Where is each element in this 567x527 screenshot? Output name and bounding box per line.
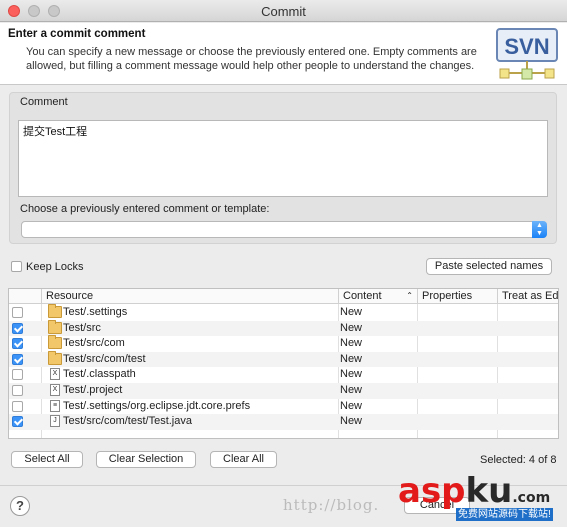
column-header-resource[interactable]: Resource <box>41 289 338 304</box>
comment-group: Comment 提交Test工程 Choose a previously ent… <box>9 92 557 244</box>
comment-label: Comment <box>20 96 68 108</box>
content-status: New <box>340 306 363 318</box>
table-row[interactable]: Test/.settings New <box>9 304 558 321</box>
clear-selection-button[interactable]: Clear Selection <box>96 451 196 468</box>
folder-icon <box>48 350 62 365</box>
select-all-button[interactable]: Select All <box>11 451 83 468</box>
column-header-treat-as-edit[interactable]: Treat as Edit <box>497 289 558 304</box>
chevron-updown-icon[interactable]: ▲ ▼ <box>532 221 547 238</box>
header-description: You can specify a new message or choose … <box>26 46 477 72</box>
clear-all-button[interactable]: Clear All <box>210 451 277 468</box>
selected-count: Selected: 4 of 8 <box>480 454 557 466</box>
column-header-content[interactable]: Content ⌃ <box>338 289 417 304</box>
row-checkbox[interactable] <box>12 307 23 318</box>
window-title: Commit <box>261 4 306 19</box>
row-checkbox[interactable] <box>12 369 23 381</box>
column-header-content-label: Content <box>343 290 382 302</box>
watermark-brand-dark: ku <box>465 471 513 511</box>
resource-path: Test/.project <box>63 384 123 396</box>
java-file-icon: J <box>50 415 60 428</box>
content-status: New <box>340 399 363 412</box>
xml-file-icon: X <box>50 368 60 381</box>
resource-path: Test/.classpath <box>63 368 136 381</box>
resource-path: Test/src/com <box>63 337 125 350</box>
folder-icon <box>48 304 62 318</box>
table-row[interactable]: X Test/.classpath New <box>9 367 558 383</box>
xml-file-icon: X <box>50 384 60 396</box>
table-row[interactable]: Test/src New <box>9 319 558 337</box>
watermark-brand-suffix: .com <box>512 490 551 506</box>
row-checkbox[interactable] <box>12 416 23 428</box>
resource-path: Test/src <box>63 321 101 334</box>
content-status: New <box>340 368 363 381</box>
folder-icon <box>48 319 62 334</box>
content-status: New <box>340 352 363 365</box>
table-row[interactable]: X Test/.project New <box>9 383 558 399</box>
keep-locks-label: Keep Locks <box>26 261 84 273</box>
help-button[interactable]: ? <box>10 496 30 516</box>
paste-selected-names-button[interactable]: Paste selected names <box>426 258 552 275</box>
resource-table: Resource Content ⌃ Properties Treat as Ed… <box>8 288 559 439</box>
title-bar: Commit <box>0 0 567 22</box>
row-checkbox[interactable] <box>12 353 23 365</box>
row-checkbox[interactable] <box>12 385 23 396</box>
table-row[interactable]: Test/src/com New <box>9 335 558 352</box>
table-row[interactable]: ≡ Test/.settings/org.eclipse.jdt.core.pre… <box>9 399 558 415</box>
svn-logo-text: SVN <box>504 34 549 59</box>
resource-path: Test/src/com/test/Test.java <box>63 415 192 428</box>
header-title: Enter a commit comment <box>8 28 146 40</box>
sort-ascending-icon: ⌃ <box>406 291 413 300</box>
content-status: New <box>340 337 363 350</box>
watermark-url: http://blog. <box>283 496 380 514</box>
resource-path: Test/.settings/org.eclipse.jdt.core.pref… <box>63 399 251 412</box>
watermark-brand-red: asp <box>398 471 466 511</box>
folder-icon <box>48 335 62 350</box>
column-header-properties[interactable]: Properties <box>417 289 497 304</box>
row-checkbox[interactable] <box>12 400 23 412</box>
template-select[interactable]: ▲ ▼ <box>21 221 547 238</box>
keep-locks-checkbox[interactable] <box>11 261 22 272</box>
comment-textarea[interactable]: 提交Test工程 <box>18 120 548 197</box>
resource-path: Test/src/com/test <box>63 352 146 365</box>
content-status: New <box>340 321 363 334</box>
row-checkbox[interactable] <box>12 322 23 334</box>
dialog-header: Enter a commit comment You can specify a… <box>0 23 567 85</box>
template-label: Choose a previously entered comment or t… <box>20 203 270 215</box>
resource-path: Test/.settings <box>63 306 128 318</box>
text-file-icon: ≡ <box>50 399 60 412</box>
table-row[interactable]: J Test/src/com/test/Test.java New <box>9 414 558 430</box>
column-header-check[interactable] <box>9 289 41 304</box>
svn-logo-icon: SVN <box>496 28 558 80</box>
row-checkbox[interactable] <box>12 338 23 350</box>
table-row[interactable]: Test/src/com/test New <box>9 350 558 368</box>
table-header: Resource Content ⌃ Properties Treat as Ed… <box>9 289 558 304</box>
watermark-tagline: 免费网站源码下载站! <box>456 508 553 521</box>
content-status: New <box>340 415 363 428</box>
content-status: New <box>340 384 363 396</box>
